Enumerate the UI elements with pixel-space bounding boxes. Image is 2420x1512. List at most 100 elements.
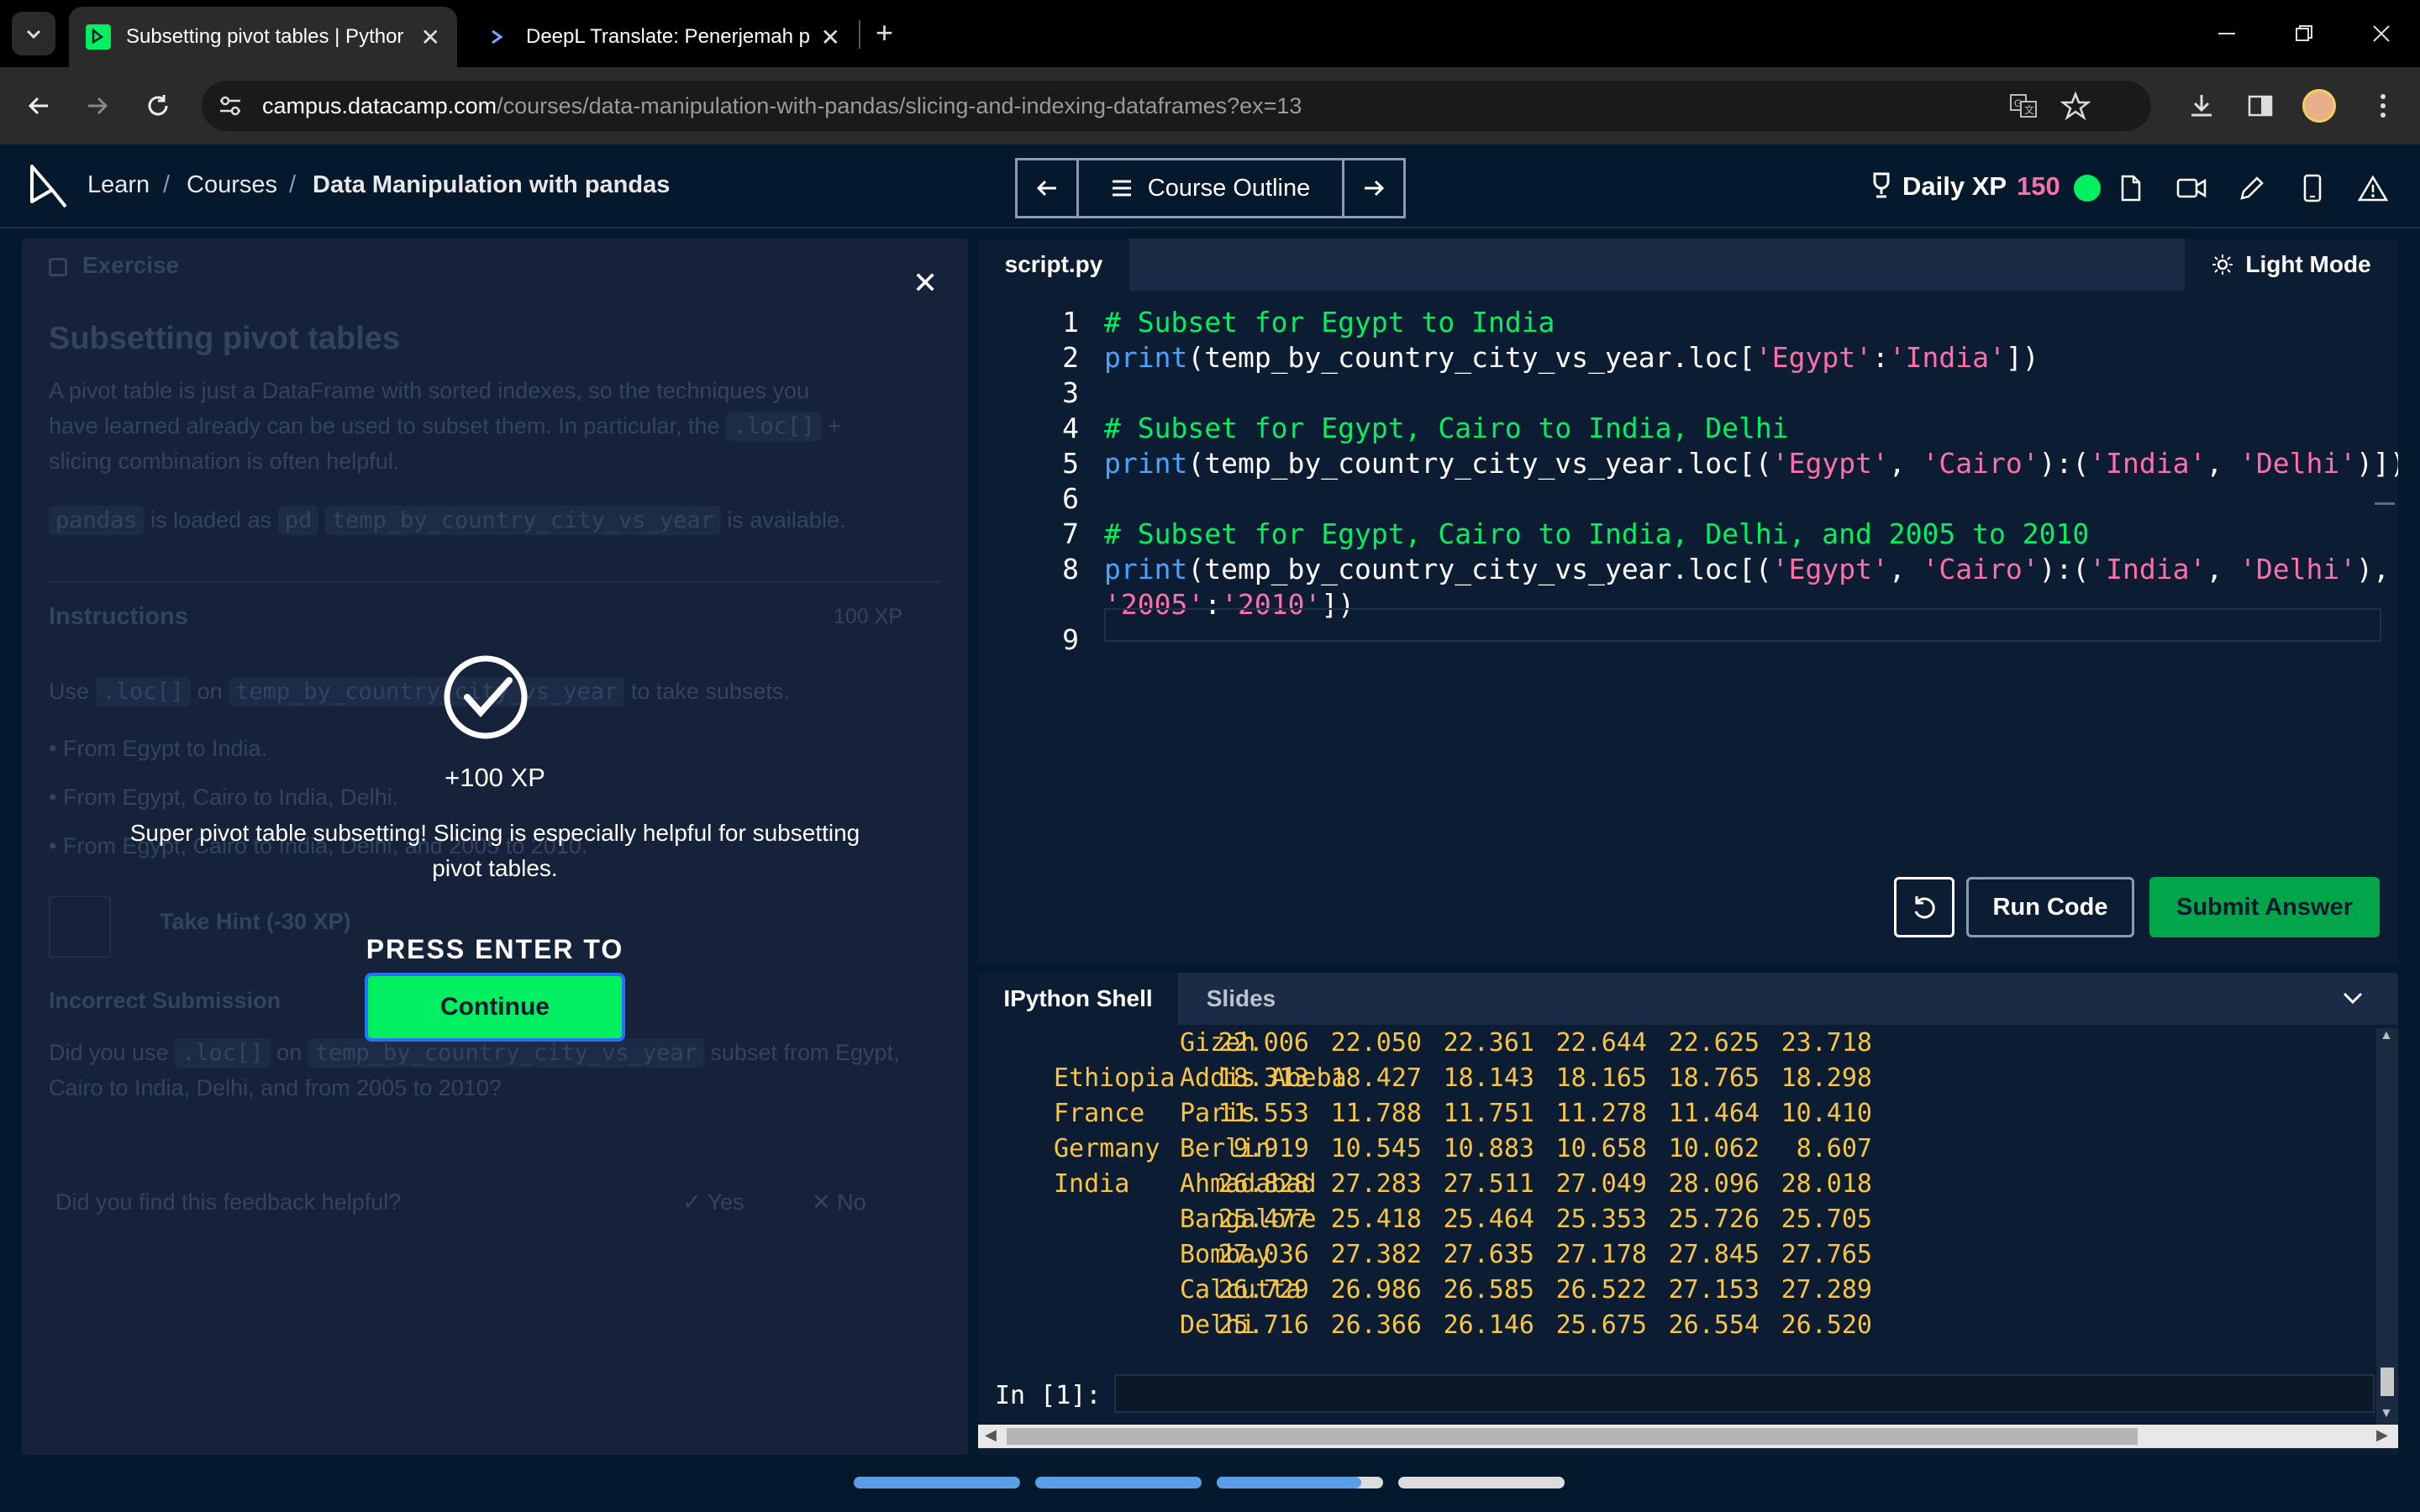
back-arrow-icon[interactable]	[17, 84, 60, 128]
shell-input[interactable]	[1114, 1374, 2375, 1413]
value-cell: 27.036	[1218, 1240, 1309, 1269]
browser-tab[interactable]: DeepL Translate: Penerjemah pa ✕	[469, 7, 857, 67]
code-token: 'Delhi'	[2239, 447, 2357, 480]
country-cell: India	[1054, 1169, 1130, 1199]
scroll-up-icon[interactable]: ▲	[2380, 1028, 2393, 1043]
value-cell: 25.705	[1781, 1205, 1872, 1234]
translate-icon[interactable]: G文	[2008, 91, 2039, 121]
code-token: print	[1104, 447, 1188, 480]
minimize-icon[interactable]	[2202, 12, 2252, 55]
value-cell: 26.828	[1218, 1169, 1309, 1199]
divider	[49, 581, 939, 583]
value-cell: 25.464	[1443, 1205, 1534, 1234]
svg-text:文: 文	[2024, 103, 2034, 116]
close-tab-icon[interactable]: ✕	[421, 24, 440, 51]
light-mode-toggle[interactable]: Light Mode	[2185, 239, 2398, 291]
shell-output-row: Delhi 25.716 26.366 26.146 25.675 26.554 26.52…	[978, 1310, 2365, 1346]
arrow-right-icon	[1365, 180, 1385, 197]
download-icon[interactable]	[2180, 84, 2223, 128]
collapse-shell-icon[interactable]	[2341, 988, 2365, 1008]
progress-segment	[1035, 1477, 1202, 1488]
value-cell: 18.765	[1668, 1063, 1760, 1093]
shell-prompt: In [1]:	[995, 1381, 1102, 1410]
arrow-left-icon	[1036, 180, 1056, 197]
h-scrollbar-thumb[interactable]	[1007, 1428, 2138, 1445]
code-line[interactable]: print(temp_by_country_city_vs_year.loc[(…	[1104, 447, 2398, 480]
exercise-title: Subsetting pivot tables	[49, 321, 401, 356]
code-token: :	[1871, 341, 1889, 374]
profile-avatar[interactable]	[2297, 84, 2341, 128]
code-token: 'Delhi'	[2239, 553, 2357, 585]
shell-vertical-scrollbar[interactable]: ▲ ▼	[2376, 1028, 2398, 1425]
breadcrumb-course[interactable]: Data Manipulation with pandas	[313, 171, 670, 199]
reset-code-button[interactable]	[1894, 877, 1954, 937]
tab-slides[interactable]: Slides	[1178, 973, 1304, 1025]
warning-icon[interactable]	[2353, 168, 2393, 208]
code-line[interactable]: # Subset for Egypt to India	[1104, 306, 1555, 339]
value-cell: 27.511	[1443, 1169, 1534, 1199]
previous-exercise-button[interactable]	[1015, 158, 1079, 218]
mobile-icon[interactable]	[2292, 168, 2333, 208]
code-line[interactable]: # Subset for Egypt, Cairo to India, Delh…	[1104, 517, 2089, 550]
tab-search-button[interactable]	[12, 12, 55, 55]
scrollbar-thumb[interactable]	[2381, 1368, 2394, 1396]
scroll-right-icon[interactable]: ▶	[2376, 1426, 2388, 1444]
browser-tab-bar: Subsetting pivot tables | Pythor ✕ DeepL…	[0, 0, 2420, 67]
site-settings-icon[interactable]	[217, 92, 244, 119]
code-line[interactable]: print(temp_by_country_city_vs_year.loc['…	[1104, 341, 2039, 374]
document-icon[interactable]	[2111, 168, 2151, 208]
breadcrumb-separator: /	[163, 171, 171, 198]
tab-title: Subsetting pivot tables | Pythor	[126, 25, 404, 48]
value-cell: 11.751	[1443, 1099, 1534, 1128]
submit-answer-button[interactable]: Submit Answer	[2149, 877, 2380, 937]
line-number: 8	[1062, 553, 1079, 585]
code-token: print	[1104, 553, 1188, 585]
code-line[interactable]: print(temp_by_country_city_vs_year.loc[(…	[1104, 553, 2390, 585]
tab-script-py[interactable]: script.py	[978, 239, 1129, 291]
value-cell: 27.635	[1443, 1240, 1534, 1269]
value-cell: 11.553	[1218, 1099, 1309, 1128]
address-bar[interactable]: campus.datacamp.com/courses/data-manipul…	[202, 81, 2151, 131]
trophy-icon	[1869, 171, 1894, 200]
code-line[interactable]: # Subset for Egypt, Cairo to India, Delh…	[1104, 412, 1789, 444]
scroll-down-icon[interactable]: ▼	[2380, 1406, 2393, 1421]
close-window-icon[interactable]	[2356, 12, 2407, 55]
value-cell: 27.765	[1781, 1240, 1872, 1269]
value-cell: 25.716	[1218, 1310, 1309, 1340]
video-icon[interactable]	[2171, 168, 2212, 208]
browser-tab-active[interactable]: Subsetting pivot tables | Pythor ✕	[69, 7, 457, 67]
scroll-left-icon[interactable]: ◀	[985, 1426, 997, 1444]
pencil-icon[interactable]	[2232, 168, 2272, 208]
shell-output-row: Calcutta 26.729 26.986 26.585 26.522 27.153 27…	[978, 1275, 2365, 1310]
press-enter-label: PRESS ENTER TO	[366, 934, 624, 964]
bookmark-star-icon[interactable]	[2060, 91, 2091, 121]
shell-horizontal-scrollbar[interactable]: ◀ ▶	[978, 1425, 2398, 1448]
intro-line-1: A pivot table is just a DataFrame with s…	[49, 378, 809, 403]
value-cell: 22.625	[1668, 1028, 1760, 1058]
next-exercise-button[interactable]	[1342, 158, 1406, 218]
instruction-bullet: • From Egypt to India.	[49, 736, 268, 761]
breadcrumb-learn[interactable]: Learn	[87, 171, 150, 199]
side-panel-icon[interactable]	[2238, 84, 2282, 128]
breadcrumb-courses[interactable]: Courses	[187, 171, 277, 199]
tab-ipython-shell[interactable]: IPython Shell	[978, 973, 1178, 1025]
shell-output-row: Ethiopia Addis Abeba 18.313 18.427 18.143 18.…	[978, 1063, 2365, 1099]
continue-button[interactable]: Continue	[365, 973, 625, 1042]
course-outline-button[interactable]: Course Outline	[1076, 158, 1344, 218]
reload-icon[interactable]	[136, 84, 180, 128]
code-token: print	[1104, 341, 1188, 374]
new-tab-plus-icon[interactable]: +	[876, 15, 893, 50]
forward-arrow-icon[interactable]	[76, 84, 119, 128]
restore-icon[interactable]	[2279, 12, 2329, 55]
value-cell: 22.006	[1218, 1028, 1309, 1058]
value-cell: 22.644	[1555, 1028, 1647, 1058]
close-overlay-icon[interactable]: ✕	[913, 265, 938, 301]
shell-output-row: India Ahmadabad 26.828 27.283 27.511 27.049 28…	[978, 1169, 2365, 1205]
datacamp-logo-icon[interactable]	[27, 163, 69, 210]
run-code-button[interactable]: Run Code	[1966, 877, 2134, 937]
close-tab-icon[interactable]: ✕	[821, 24, 840, 51]
value-cell: 26.986	[1330, 1275, 1422, 1305]
browser-menu-icon[interactable]	[2361, 84, 2405, 128]
deepl-favicon-icon	[486, 26, 508, 48]
code-token: 'Egypt'	[1771, 553, 1889, 585]
